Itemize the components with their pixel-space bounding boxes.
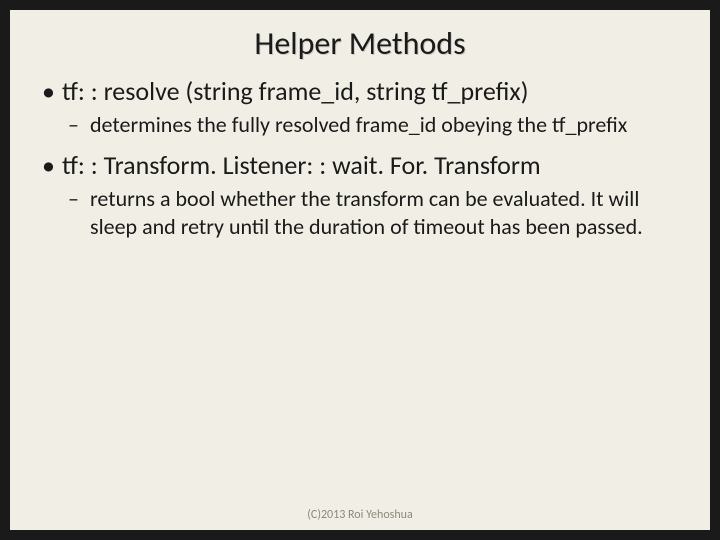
- bullet-text: tf: : resolve (string frame_id, string t…: [62, 75, 529, 107]
- sub-bullet-text: returns a bool whether the transform can…: [90, 185, 643, 240]
- sub-list: returns a bool whether the transform can…: [62, 185, 682, 241]
- list-item: tf: : resolve (string frame_id, string t…: [38, 75, 682, 139]
- list-item: returns a bool whether the transform can…: [62, 185, 682, 241]
- sub-bullet-text: determines the fully resolved frame_id o…: [90, 111, 627, 138]
- slide-content: tf: : resolve (string frame_id, string t…: [10, 75, 710, 508]
- sub-list: determines the fully resolved frame_id o…: [62, 111, 682, 139]
- slide-title: Helper Methods: [10, 10, 710, 75]
- list-item: tf: : Transform. Listener: : wait. For. …: [38, 149, 682, 241]
- bullet-text: tf: : Transform. Listener: : wait. For. …: [62, 149, 541, 181]
- list-item: determines the fully resolved frame_id o…: [62, 111, 682, 139]
- slide: Helper Methods tf: : resolve (string fra…: [10, 10, 710, 530]
- footer-copyright: (C)2013 Roi Yehoshua: [10, 508, 710, 530]
- bullet-list: tf: : resolve (string frame_id, string t…: [38, 75, 682, 241]
